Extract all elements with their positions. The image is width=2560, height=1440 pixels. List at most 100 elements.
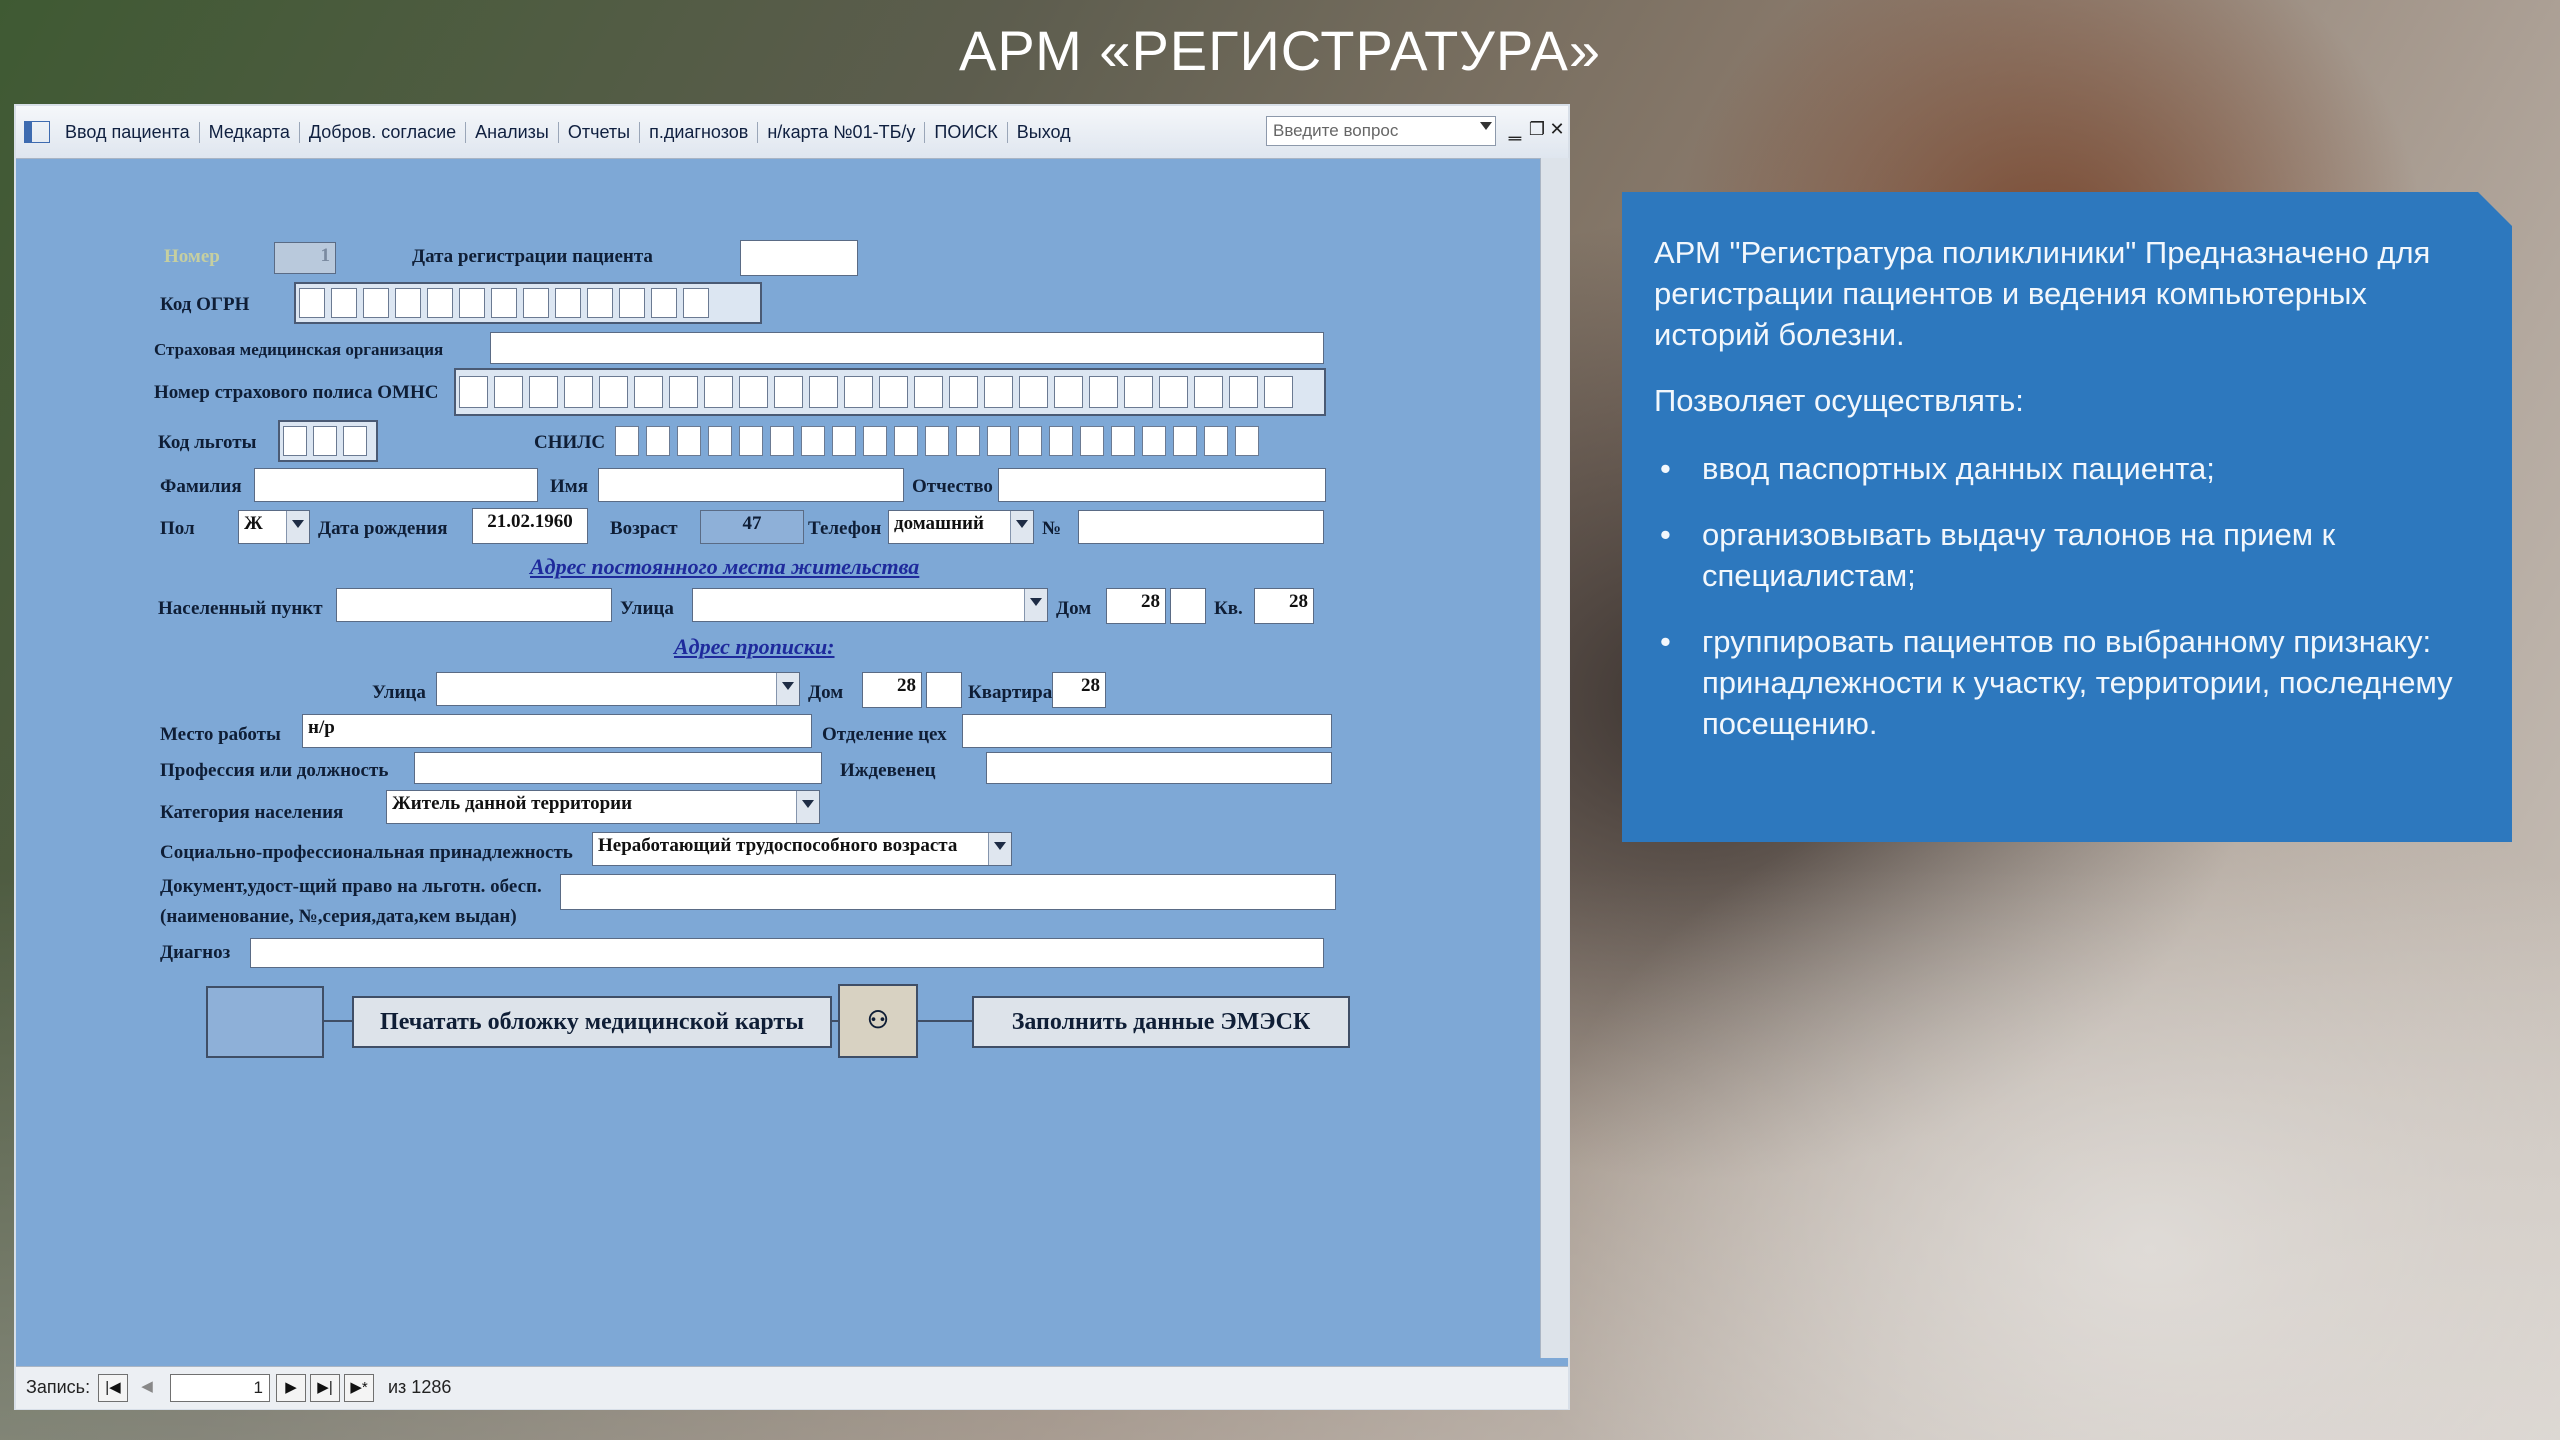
ogrn-digit[interactable] bbox=[587, 288, 613, 318]
menu-item-diagnoses[interactable]: п.диагнозов bbox=[640, 121, 759, 143]
policy-digit[interactable] bbox=[564, 376, 593, 408]
policy-digit[interactable] bbox=[879, 376, 908, 408]
snils-digit[interactable] bbox=[677, 426, 701, 456]
snils-digit[interactable] bbox=[1204, 426, 1228, 456]
snils-digit[interactable] bbox=[832, 426, 856, 456]
menu-item-reports[interactable]: Отчеты bbox=[559, 121, 641, 143]
chevron-down-icon[interactable] bbox=[1010, 511, 1033, 543]
vertical-scrollbar[interactable] bbox=[1540, 158, 1569, 1358]
policy-digit[interactable] bbox=[1229, 376, 1258, 408]
snils-digit[interactable] bbox=[1049, 426, 1073, 456]
fill-emesk-button[interactable]: Заполнить данные ЭМЭСК bbox=[972, 996, 1350, 1048]
print-cover-button[interactable]: Печатать обложку медицинской карты bbox=[352, 996, 832, 1048]
menu-item-exit[interactable]: Выход bbox=[1008, 122, 1080, 143]
snils-digit[interactable] bbox=[1018, 426, 1042, 456]
benefit-digit[interactable] bbox=[343, 426, 367, 456]
menu-item-medcard[interactable]: Медкарта bbox=[200, 121, 300, 143]
snils-digit[interactable] bbox=[863, 426, 887, 456]
nomer-field[interactable]: 1 bbox=[274, 242, 336, 274]
menu-item-patient-entry[interactable]: Ввод пациента bbox=[56, 121, 200, 143]
ogrn-digit[interactable] bbox=[299, 288, 325, 318]
ogrn-digit[interactable] bbox=[651, 288, 677, 318]
policy-digit[interactable] bbox=[844, 376, 873, 408]
ogrn-digit[interactable] bbox=[459, 288, 485, 318]
house-field[interactable]: 28 bbox=[1106, 588, 1166, 624]
surname-field[interactable] bbox=[254, 468, 538, 502]
app-menu-icon[interactable] bbox=[24, 121, 50, 143]
dependent-field[interactable] bbox=[986, 752, 1332, 784]
policy-digit[interactable] bbox=[459, 376, 488, 408]
name-field[interactable] bbox=[598, 468, 904, 502]
reg-date-field[interactable] bbox=[740, 240, 858, 276]
chevron-down-icon[interactable] bbox=[286, 511, 309, 543]
policy-digit[interactable] bbox=[1159, 376, 1188, 408]
ogrn-digit[interactable] bbox=[427, 288, 453, 318]
record-number-field[interactable]: 1 bbox=[170, 1374, 270, 1402]
policy-digit[interactable] bbox=[634, 376, 663, 408]
ogrn-digit[interactable] bbox=[363, 288, 389, 318]
policy-digit[interactable] bbox=[949, 376, 978, 408]
policy-digit[interactable] bbox=[529, 376, 558, 408]
ogrn-digit[interactable] bbox=[395, 288, 421, 318]
snils-field[interactable] bbox=[612, 424, 1324, 458]
benefit-document-field[interactable] bbox=[560, 874, 1336, 910]
policy-digit[interactable] bbox=[704, 376, 733, 408]
binoculars-icon[interactable]: ⚇ bbox=[838, 984, 918, 1058]
chevron-down-icon[interactable] bbox=[776, 673, 799, 705]
minimize-icon[interactable]: ‗ bbox=[1504, 114, 1526, 144]
benefit-digit[interactable] bbox=[283, 426, 307, 456]
policy-digit[interactable] bbox=[1194, 376, 1223, 408]
ogrn-digit[interactable] bbox=[683, 288, 709, 318]
snils-digit[interactable] bbox=[708, 426, 732, 456]
ogrn-digit[interactable] bbox=[619, 288, 645, 318]
department-field[interactable] bbox=[962, 714, 1332, 748]
snils-digit[interactable] bbox=[1142, 426, 1166, 456]
chevron-down-icon[interactable] bbox=[1024, 589, 1047, 621]
last-record-icon[interactable]: ▶| bbox=[310, 1374, 340, 1402]
house2-field[interactable]: 28 bbox=[862, 672, 922, 708]
policy-digit[interactable] bbox=[1124, 376, 1153, 408]
close-icon[interactable]: ✕ bbox=[1546, 114, 1568, 144]
menu-item-tb-card[interactable]: н/карта №01-ТБ/у bbox=[758, 121, 926, 143]
snils-digit[interactable] bbox=[956, 426, 980, 456]
ogrn-digit[interactable] bbox=[331, 288, 357, 318]
building-field[interactable] bbox=[1170, 588, 1206, 624]
chevron-down-icon[interactable] bbox=[796, 791, 819, 823]
patronymic-field[interactable] bbox=[998, 468, 1326, 502]
birth-date-field[interactable]: 21.02.1960 bbox=[472, 508, 588, 544]
policy-digit[interactable] bbox=[1019, 376, 1048, 408]
new-record-icon[interactable]: ▶* bbox=[344, 1374, 374, 1402]
snils-digit[interactable] bbox=[739, 426, 763, 456]
policy-digit[interactable] bbox=[1054, 376, 1083, 408]
insurer-field[interactable] bbox=[490, 332, 1324, 364]
policy-field[interactable] bbox=[454, 368, 1326, 416]
sex-select[interactable]: Ж bbox=[238, 510, 310, 544]
category-select[interactable]: Житель данной территории bbox=[386, 790, 820, 824]
benefit-digit[interactable] bbox=[313, 426, 337, 456]
policy-digit[interactable] bbox=[599, 376, 628, 408]
first-record-icon[interactable]: |◀ bbox=[98, 1374, 128, 1402]
restore-icon[interactable]: ❐ bbox=[1526, 114, 1548, 144]
next-record-icon[interactable]: ▶ bbox=[276, 1374, 306, 1402]
policy-digit[interactable] bbox=[739, 376, 768, 408]
apartment-field[interactable]: 28 bbox=[1052, 672, 1106, 708]
policy-digit[interactable] bbox=[1089, 376, 1118, 408]
policy-digit[interactable] bbox=[494, 376, 523, 408]
snils-digit[interactable] bbox=[615, 426, 639, 456]
diagnosis-field[interactable] bbox=[250, 938, 1324, 968]
ask-question-input[interactable]: Введите вопрос bbox=[1266, 116, 1496, 146]
snils-digit[interactable] bbox=[925, 426, 949, 456]
phone-number-field[interactable] bbox=[1078, 510, 1324, 544]
workplace-field[interactable]: н/р bbox=[302, 714, 812, 748]
building2-field[interactable] bbox=[926, 672, 962, 708]
snils-digit[interactable] bbox=[1111, 426, 1135, 456]
policy-digit[interactable] bbox=[669, 376, 698, 408]
ogrn-digit[interactable] bbox=[491, 288, 517, 318]
snils-digit[interactable] bbox=[1080, 426, 1104, 456]
phone-type-select[interactable]: домашний bbox=[888, 510, 1034, 544]
policy-digit[interactable] bbox=[774, 376, 803, 408]
ogrn-field[interactable] bbox=[294, 282, 762, 324]
locality-field[interactable] bbox=[336, 588, 612, 622]
profession-field[interactable] bbox=[414, 752, 822, 784]
snils-digit[interactable] bbox=[894, 426, 918, 456]
